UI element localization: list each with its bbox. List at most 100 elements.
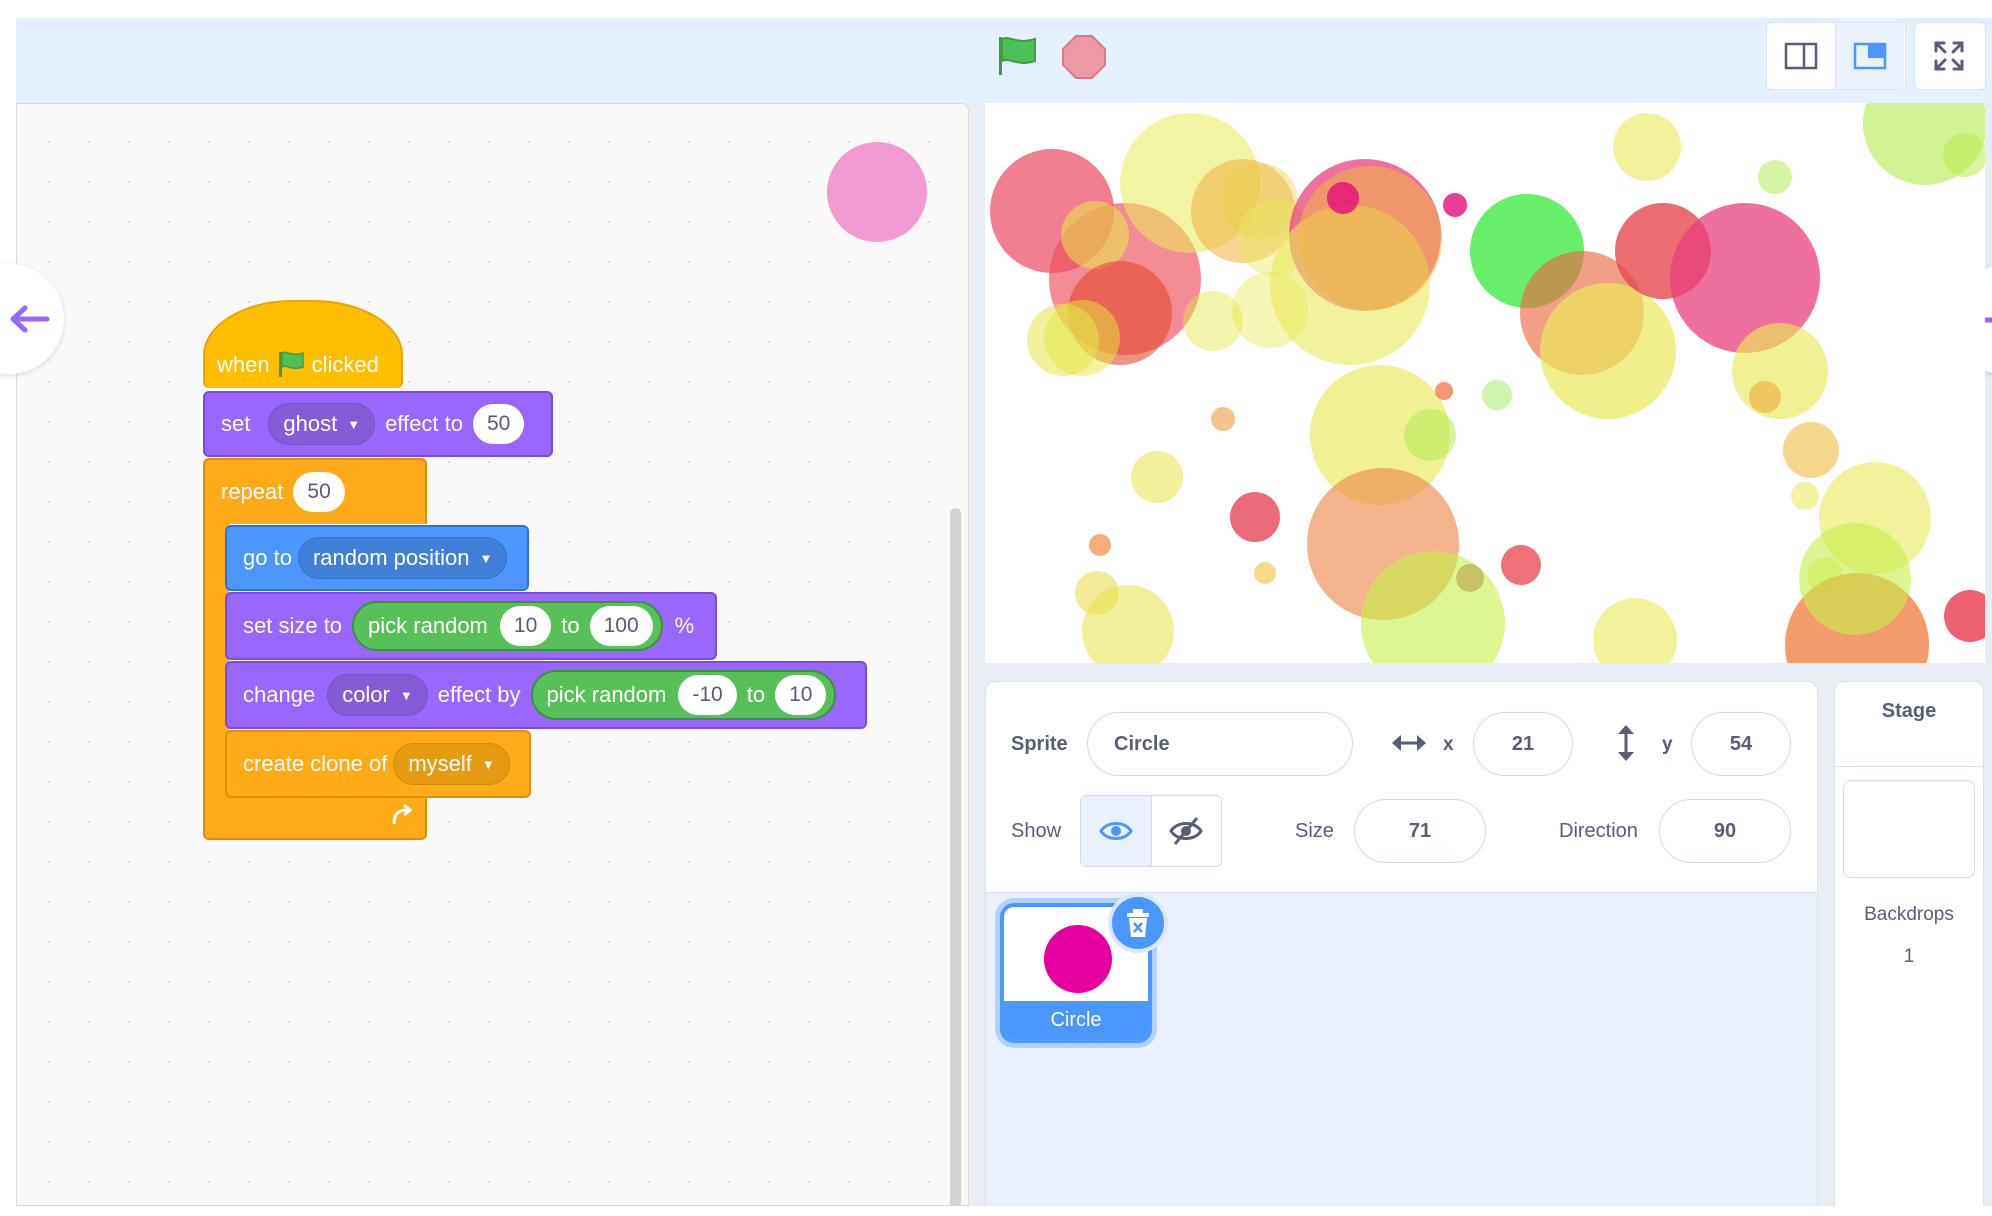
costume-circle [1044,925,1112,993]
clone-circle [1404,409,1456,461]
clone-circle [1456,564,1484,592]
size-label: Size [1295,820,1334,842]
backdrops-count: 1 [1903,946,1915,967]
when-flag-clicked-block[interactable]: when clicked [203,300,403,388]
effect-dropdown[interactable]: ghost ▼ [268,403,376,445]
dropdown-arrow-icon: ▼ [479,550,493,566]
dropdown-arrow-icon: ▼ [399,687,413,703]
clone-circle [1613,113,1681,181]
block-text: go to [243,545,292,570]
clone-circle [1230,492,1280,542]
fullscreen-button[interactable] [1915,23,1983,89]
stage-title: Stage [1881,700,1937,722]
stop-icon[interactable] [1061,34,1107,80]
backdrops-label: Backdrops [1864,904,1954,925]
block-text: clicked [311,352,379,377]
sprite-name-input[interactable]: Circle [1087,712,1353,776]
clone-circle [1749,381,1781,413]
hide-sprite-button[interactable] [1150,796,1222,866]
stage-selector-panel[interactable] [1834,681,1984,1208]
random-from-input[interactable]: -10 [678,675,737,715]
green-flag-icon[interactable] [995,33,1041,79]
clone-circle [1783,422,1839,478]
clone-circle [1027,304,1099,376]
clone-circle [1435,382,1453,400]
block-text: set size to [243,613,343,638]
clone-circle [1732,323,1828,419]
x-label: x [1443,734,1454,755]
clone-circle [1298,166,1442,310]
clone-circle [1501,545,1541,585]
y-position-input[interactable]: 54 [1691,712,1791,776]
reporter-text: pick random [546,682,667,707]
dropdown-arrow-icon: ▼ [481,756,495,772]
stage-render [990,103,1985,663]
dropdown-value: random position [312,545,470,570]
small-stage-button[interactable] [1767,23,1835,89]
create-clone-block[interactable]: create clone of myself ▼ [225,730,531,798]
stage-title-divider [1835,766,1983,767]
go-to-target-dropdown[interactable]: random position ▼ [297,537,508,579]
small-stage-icon [1784,42,1818,70]
clone-circle [1254,562,1276,584]
green-flag-icon [278,351,304,377]
stage-size-toggle [1766,22,1906,90]
block-text: effect by [437,682,521,707]
random-from-input[interactable]: 10 [499,606,552,646]
direction-input[interactable]: 90 [1659,799,1791,863]
size-input[interactable]: 71 [1354,799,1486,863]
clone-circle [1593,598,1677,663]
loop-arrow-icon [392,803,413,825]
fullscreen-icon [1934,41,1964,71]
repeat-count-input[interactable]: 50 [293,472,345,512]
clone-target-dropdown[interactable]: myself ▼ [393,743,510,785]
delete-sprite-button[interactable] [1108,893,1168,953]
effect-value-input[interactable]: 50 [472,404,525,444]
dropdown-arrow-icon: ▼ [347,416,361,432]
reporter-text: to [746,682,766,707]
show-label: Show [1011,820,1062,842]
clone-circle [1540,283,1676,419]
repeat-block[interactable]: repeat 50 [203,458,427,524]
workspace-scrollbar[interactable] [950,508,961,1208]
clone-circle [1944,590,1985,642]
change-effect-block[interactable]: change color ▼ effect by pick random -10 … [225,661,867,729]
x-position-input[interactable]: 21 [1473,712,1573,776]
block-text: create clone of [243,751,388,776]
random-to-input[interactable]: 10 [775,675,827,715]
clone-circle [1089,534,1111,556]
block-text: repeat [221,479,284,504]
clone-circle [1758,160,1792,194]
stage-thumbnail[interactable] [1843,780,1975,878]
pick-random-reporter[interactable]: pick random -10 to 10 [530,670,837,720]
clone-circle [1327,182,1359,214]
workspace-sprite-preview [827,142,927,242]
go-to-block[interactable]: go to random position ▼ [225,525,529,591]
set-effect-block[interactable]: set ghost ▼ effect to 50 [203,391,553,457]
direction-label: Direction [1559,820,1638,842]
show-sprite-button[interactable] [1081,796,1151,866]
y-label: y [1662,734,1673,755]
x-arrows-icon [1392,735,1426,751]
pick-random-reporter[interactable]: pick random 10 to 100 [352,601,663,651]
eye-icon [1098,822,1133,840]
stage-canvas[interactable] [985,103,1985,663]
dropdown-value: myself [408,751,472,776]
block-text: effect to [385,411,463,436]
reporter-text: pick random [368,613,488,638]
random-to-input[interactable]: 100 [589,606,653,646]
visibility-toggle [1080,795,1222,867]
repeat-block-footer [203,796,427,840]
clone-circle [1443,193,1467,217]
y-arrows-icon [1618,725,1634,761]
sprite-label: Sprite [1011,733,1068,755]
clone-circle [1183,291,1243,351]
sprite-thumbnail-name: Circle [1004,1001,1148,1039]
set-size-block[interactable]: set size to pick random 10 to 100 % [225,592,717,660]
normal-stage-button[interactable] [1835,23,1904,89]
effect-dropdown[interactable]: color ▼ [327,674,428,716]
block-text: change [243,682,316,707]
dropdown-value: color [342,682,390,707]
eye-slash-icon [1169,817,1204,845]
window-left-edge [0,0,16,1216]
